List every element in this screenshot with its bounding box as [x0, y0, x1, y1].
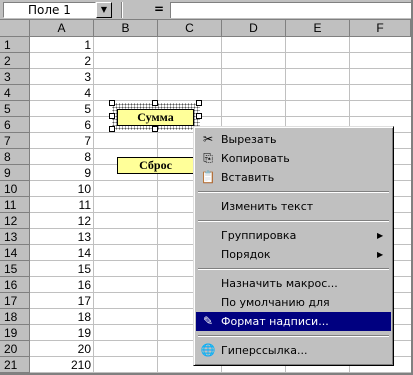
menu-separator: [198, 220, 389, 222]
menu-item-format-textbox[interactable]: ✎ Формат надписи...: [196, 312, 391, 331]
cell-a[interactable]: 17: [30, 293, 94, 309]
menu-separator: [198, 335, 389, 337]
row-header[interactable]: 5: [0, 101, 30, 117]
cell-a[interactable]: 16: [30, 277, 94, 293]
context-menu: ✂ Вырезать ⎘ Копировать 📋 Вставить Измен…: [193, 126, 394, 366]
menu-item-label: Изменить текст: [221, 200, 314, 213]
menu-item-label: Гиперссылка...: [221, 344, 308, 357]
menu-item-hyperlink[interactable]: 🌐 Гиперссылка...: [196, 341, 391, 360]
cell-a[interactable]: 7: [30, 133, 94, 149]
cell-a[interactable]: 1: [30, 37, 94, 53]
row-header[interactable]: 17: [0, 293, 30, 309]
menu-item-grouping[interactable]: Группировка ▶: [196, 226, 391, 245]
menu-item-paste[interactable]: 📋 Вставить: [196, 168, 391, 187]
reset-button[interactable]: Сброс: [117, 157, 194, 174]
menu-item-edit-text[interactable]: Изменить текст: [196, 197, 391, 216]
menu-item-label: Формат надписи...: [221, 315, 329, 328]
menu-item-label: Вырезать: [221, 133, 277, 146]
menu-item-default-autoshape[interactable]: По умолчанию для автофигур: [196, 293, 391, 328]
scissors-icon: ✂: [202, 132, 214, 146]
row-header[interactable]: 18: [0, 309, 30, 325]
cell-a[interactable]: 15: [30, 261, 94, 277]
resize-handle[interactable]: [152, 100, 158, 106]
menu-item-cut[interactable]: ✂ Вырезать: [196, 130, 391, 149]
menu-item-assign-macro[interactable]: Назначить макрос...: [196, 274, 391, 293]
row-header[interactable]: 3: [0, 69, 30, 85]
resize-handle[interactable]: [152, 126, 158, 132]
menu-item-label: Копировать: [221, 152, 290, 165]
row-header[interactable]: 11: [0, 197, 30, 213]
cell-a[interactable]: 4: [30, 85, 94, 101]
paste-icon: 📋: [200, 170, 216, 184]
row-header[interactable]: 1: [0, 37, 30, 53]
sum-button[interactable]: Сумма: [117, 109, 194, 126]
row-header[interactable]: 12: [0, 213, 30, 229]
cell-a[interactable]: 11: [30, 197, 94, 213]
row-header[interactable]: 10: [0, 181, 30, 197]
menu-separator: [198, 191, 389, 193]
row-header[interactable]: 6: [0, 117, 30, 133]
row-header[interactable]: 16: [0, 277, 30, 293]
cell-a[interactable]: 10: [30, 181, 94, 197]
resize-handle[interactable]: [196, 113, 202, 119]
row-header[interactable]: 8: [0, 149, 30, 165]
row-header[interactable]: 20: [0, 341, 30, 357]
submenu-arrow-icon: ▶: [377, 231, 384, 240]
cell-a[interactable]: 8: [30, 149, 94, 165]
cell-a[interactable]: 9: [30, 165, 94, 181]
cell-a[interactable]: 12: [30, 213, 94, 229]
menu-separator: [198, 268, 389, 270]
row-header[interactable]: 4: [0, 85, 30, 101]
row-header[interactable]: 7: [0, 133, 30, 149]
copy-icon: ⎘: [203, 151, 213, 165]
menu-item-order[interactable]: Порядок ▶: [196, 245, 391, 264]
row-header[interactable]: 15: [0, 261, 30, 277]
cell-a[interactable]: 210: [30, 357, 94, 373]
row-header[interactable]: 21: [0, 357, 30, 373]
row-header[interactable]: 2: [0, 53, 30, 69]
menu-item-label: Порядок: [221, 248, 271, 261]
row-header[interactable]: 13: [0, 229, 30, 245]
menu-item-label: Вставить: [221, 171, 275, 184]
cell-a[interactable]: 3: [30, 69, 94, 85]
menu-item-copy[interactable]: ⎘ Копировать: [196, 149, 391, 168]
menu-item-label: Группировка: [221, 229, 297, 242]
cell-a[interactable]: 13: [30, 229, 94, 245]
hyperlink-globe-icon: 🌐: [200, 343, 216, 357]
menu-item-label: Назначить макрос...: [221, 277, 338, 290]
resize-handle[interactable]: [109, 126, 115, 132]
cell-a[interactable]: 5: [30, 101, 94, 117]
cell-a[interactable]: 20: [30, 341, 94, 357]
cell-a[interactable]: 6: [30, 117, 94, 133]
resize-handle[interactable]: [196, 100, 202, 106]
resize-handle[interactable]: [109, 113, 115, 119]
resize-handle[interactable]: [109, 100, 115, 106]
format-textbox-icon: ✎: [202, 314, 214, 328]
cell-a[interactable]: 19: [30, 325, 94, 341]
row-header[interactable]: 14: [0, 245, 30, 261]
row-header[interactable]: 19: [0, 325, 30, 341]
row-header[interactable]: 9: [0, 165, 30, 181]
cell-a[interactable]: 2: [30, 53, 94, 69]
cell-a[interactable]: 14: [30, 245, 94, 261]
cell-a[interactable]: 18: [30, 309, 94, 325]
submenu-arrow-icon: ▶: [377, 250, 384, 259]
